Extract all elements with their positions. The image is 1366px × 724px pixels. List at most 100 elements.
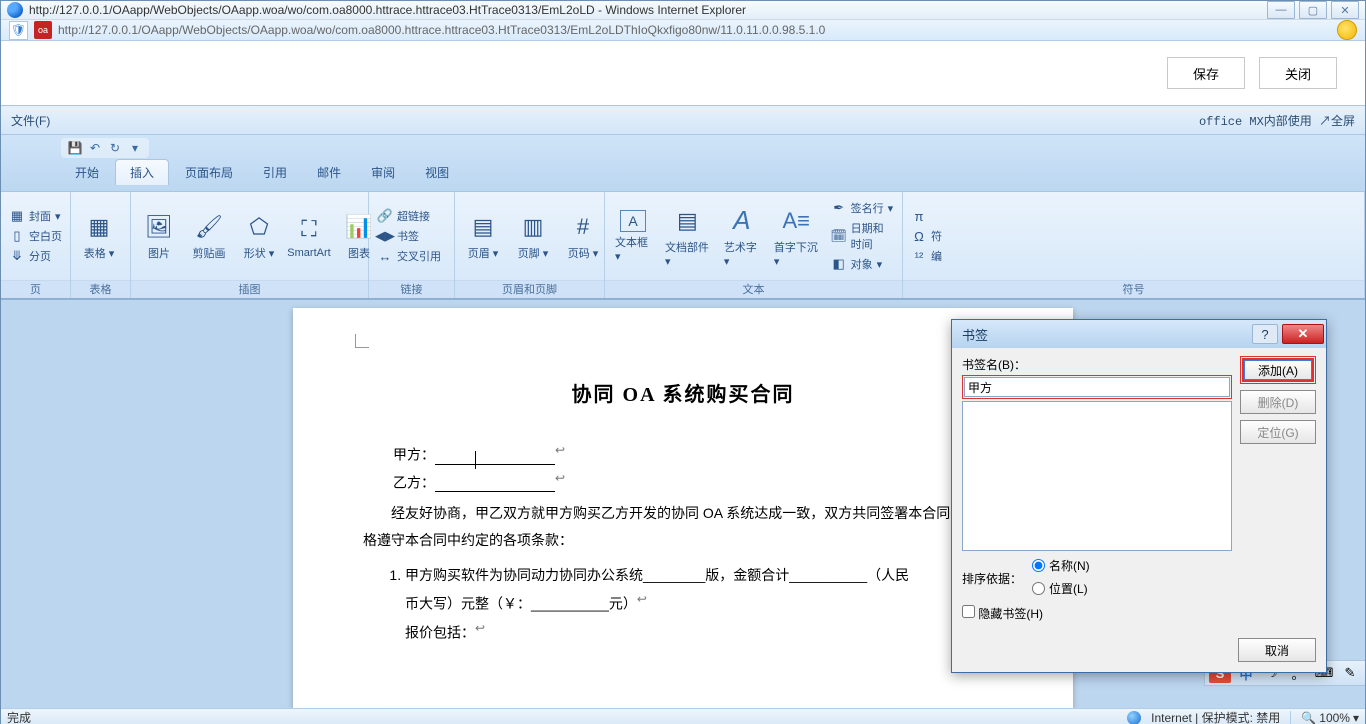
equation-button[interactable]: π <box>909 207 944 225</box>
url-text[interactable]: http://127.0.0.1/OAapp/WebObjects/OAapp.… <box>58 23 1331 37</box>
quickparts-icon: ▤ <box>671 205 703 237</box>
window-close-button[interactable]: ✕ <box>1331 1 1359 19</box>
table-button[interactable]: ▦表格 ▾ <box>77 209 121 263</box>
blank-page-icon: ▯ <box>9 228 25 244</box>
tab-insert[interactable]: 插入 <box>115 159 169 185</box>
sort-location-radio[interactable]: 位置(L) <box>1032 580 1090 597</box>
ie-logo-icon <box>7 2 23 18</box>
datetime-button[interactable]: 🗓日期和时间 <box>829 219 896 253</box>
dropcap-button[interactable]: A≡首字下沉 ▾ <box>770 203 823 270</box>
bookmark-button[interactable]: ◀▶书签 <box>375 227 443 245</box>
pagenumber-icon: # <box>567 211 599 243</box>
address-bar: 🛡 oa http://127.0.0.1/OAapp/WebObjects/O… <box>1 20 1365 41</box>
redo-icon[interactable]: ↻ <box>105 139 125 157</box>
dialog-close-button[interactable]: ✕ <box>1282 324 1324 344</box>
status-done: 完成 <box>7 709 31 724</box>
footer-icon: ▥ <box>517 211 549 243</box>
quickparts-button[interactable]: ▤文档部件 ▾ <box>661 203 714 270</box>
sort-name-radio[interactable]: 名称(N) <box>1032 557 1090 574</box>
bookmark-dialog: 书签 ? ✕ 书签名(B)： 排序依据： 名称(N) <box>951 319 1327 673</box>
bookmark-listbox[interactable] <box>962 401 1232 551</box>
footer-button[interactable]: ▥页脚 ▾ <box>511 209 555 263</box>
textbox-button[interactable]: A文本框 ▾ <box>611 208 655 265</box>
window-title: http://127.0.0.1/OAapp/WebObjects/OAapp.… <box>29 3 1267 17</box>
save-icon[interactable]: 💾 <box>65 139 85 157</box>
pagenumber-button[interactable]: #页码 ▾ <box>561 209 605 263</box>
margin-marker-icon <box>355 334 369 348</box>
object-icon: ◧ <box>831 256 847 272</box>
dialog-help-button[interactable]: ? <box>1252 324 1278 344</box>
smartart-button[interactable]: ⛶SmartArt <box>287 211 331 261</box>
zoom-control[interactable]: 🔍 100% ▾ <box>1301 711 1359 724</box>
smartart-icon: ⛶ <box>293 213 325 245</box>
globe-icon <box>1127 711 1141 724</box>
doc-para-1: 经友好协商，甲乙双方就甲方购买乙方开发的协同 OA 系统达成一致，双方共同签署本… <box>363 500 1003 553</box>
app-menu-band: 文件(F) office MX内部使用 ↗全屏 <box>1 105 1365 135</box>
group-label-page: 页 <box>1 280 70 298</box>
minimize-button[interactable]: — <box>1267 1 1295 19</box>
undo-icon[interactable]: ↶ <box>85 139 105 157</box>
quick-access-toolbar: 💾 ↶ ↻ ▾ <box>61 138 149 158</box>
textbox-icon: A <box>620 210 646 232</box>
party-a-row: 甲方：↩ <box>363 443 1003 465</box>
crossref-button[interactable]: ↔交叉引用 <box>375 247 443 265</box>
number-icon: ¹² <box>911 248 927 264</box>
hidden-bookmarks-checkbox[interactable]: 隐藏书签(H) <box>962 605 1043 622</box>
blank-page-button[interactable]: ▯空白页 <box>7 227 64 245</box>
site-favicon-icon: oa <box>34 21 52 39</box>
bookmark-name-input[interactable] <box>964 377 1230 397</box>
page-break-button[interactable]: ⤋分页 <box>7 247 64 265</box>
tab-review[interactable]: 审阅 <box>357 160 409 185</box>
cancel-button[interactable]: 取消 <box>1238 638 1316 662</box>
text-caret <box>475 451 476 469</box>
page-break-icon: ⤋ <box>9 248 25 264</box>
dialog-title: 书签 <box>962 325 988 344</box>
doc-title: 协同 OA 系统购买合同 <box>363 378 1003 407</box>
close-button[interactable]: 关闭 <box>1259 57 1337 89</box>
group-label-headerfooter: 页眉和页脚 <box>455 280 604 298</box>
tab-pagelayout[interactable]: 页面布局 <box>171 160 247 185</box>
wordart-icon: A <box>726 205 758 237</box>
tab-mailings[interactable]: 邮件 <box>303 160 355 185</box>
signature-line-button[interactable]: ✒签名行 ▾ <box>829 199 896 217</box>
header-icon: ▤ <box>467 211 499 243</box>
tab-references[interactable]: 引用 <box>249 160 301 185</box>
group-label-text: 文本 <box>605 280 902 298</box>
crossref-icon: ↔ <box>377 248 393 264</box>
qat-dropdown-icon[interactable]: ▾ <box>125 139 145 157</box>
group-label-table: 表格 <box>71 280 130 298</box>
clipart-button[interactable]: 🖌剪贴画 <box>187 209 231 263</box>
object-button[interactable]: ◧对象 ▾ <box>829 255 896 273</box>
file-menu[interactable]: 文件(F) <box>11 112 50 129</box>
maximize-button[interactable]: ▢ <box>1299 1 1327 19</box>
ribbon: ▦封面 ▾ ▯空白页 ⤋分页 页 ▦表格 ▾ 表格 🖼图片 <box>1 191 1365 299</box>
goto-bookmark-button[interactable]: 定位(G) <box>1240 420 1316 444</box>
ime-settings-icon[interactable]: ✎ <box>1339 663 1361 683</box>
tab-home[interactable]: 开始 <box>61 160 113 185</box>
tab-view[interactable]: 视图 <box>411 160 463 185</box>
save-button[interactable]: 保存 <box>1167 57 1245 89</box>
dialog-titlebar[interactable]: 书签 ? ✕ <box>952 320 1326 348</box>
dropcap-icon: A≡ <box>780 205 812 237</box>
number-button[interactable]: ¹²编 <box>909 247 944 265</box>
header-button[interactable]: ▤页眉 ▾ <box>461 209 505 263</box>
compat-view-icon[interactable] <box>1337 20 1357 40</box>
symbol-button[interactable]: Ω符 <box>909 227 944 245</box>
datetime-icon: 🗓 <box>831 228 847 244</box>
group-label-illustrations: 插图 <box>131 280 368 298</box>
shapes-button[interactable]: ⬠形状 ▾ <box>237 209 281 263</box>
picture-icon: 🖼 <box>143 211 175 243</box>
picture-button[interactable]: 🖼图片 <box>137 209 181 263</box>
wordart-button[interactable]: A艺术字 ▾ <box>720 203 764 270</box>
cover-page-button[interactable]: ▦封面 ▾ <box>7 207 64 225</box>
delete-bookmark-button[interactable]: 删除(D) <box>1240 390 1316 414</box>
ribbon-tabs: 开始 插入 页面布局 引用 邮件 审阅 视图 <box>1 159 1365 185</box>
shield-icon[interactable]: 🛡 <box>9 21 28 40</box>
signature-icon: ✒ <box>831 200 847 216</box>
symbol-icon: Ω <box>911 228 927 244</box>
clipart-icon: 🖌 <box>193 211 225 243</box>
app-right-text[interactable]: office MX内部使用 ↗全屏 <box>1199 112 1355 129</box>
hyperlink-button[interactable]: 🔗超链接 <box>375 207 443 225</box>
add-bookmark-button[interactable]: 添加(A) <box>1242 358 1314 382</box>
equation-icon: π <box>911 208 927 224</box>
